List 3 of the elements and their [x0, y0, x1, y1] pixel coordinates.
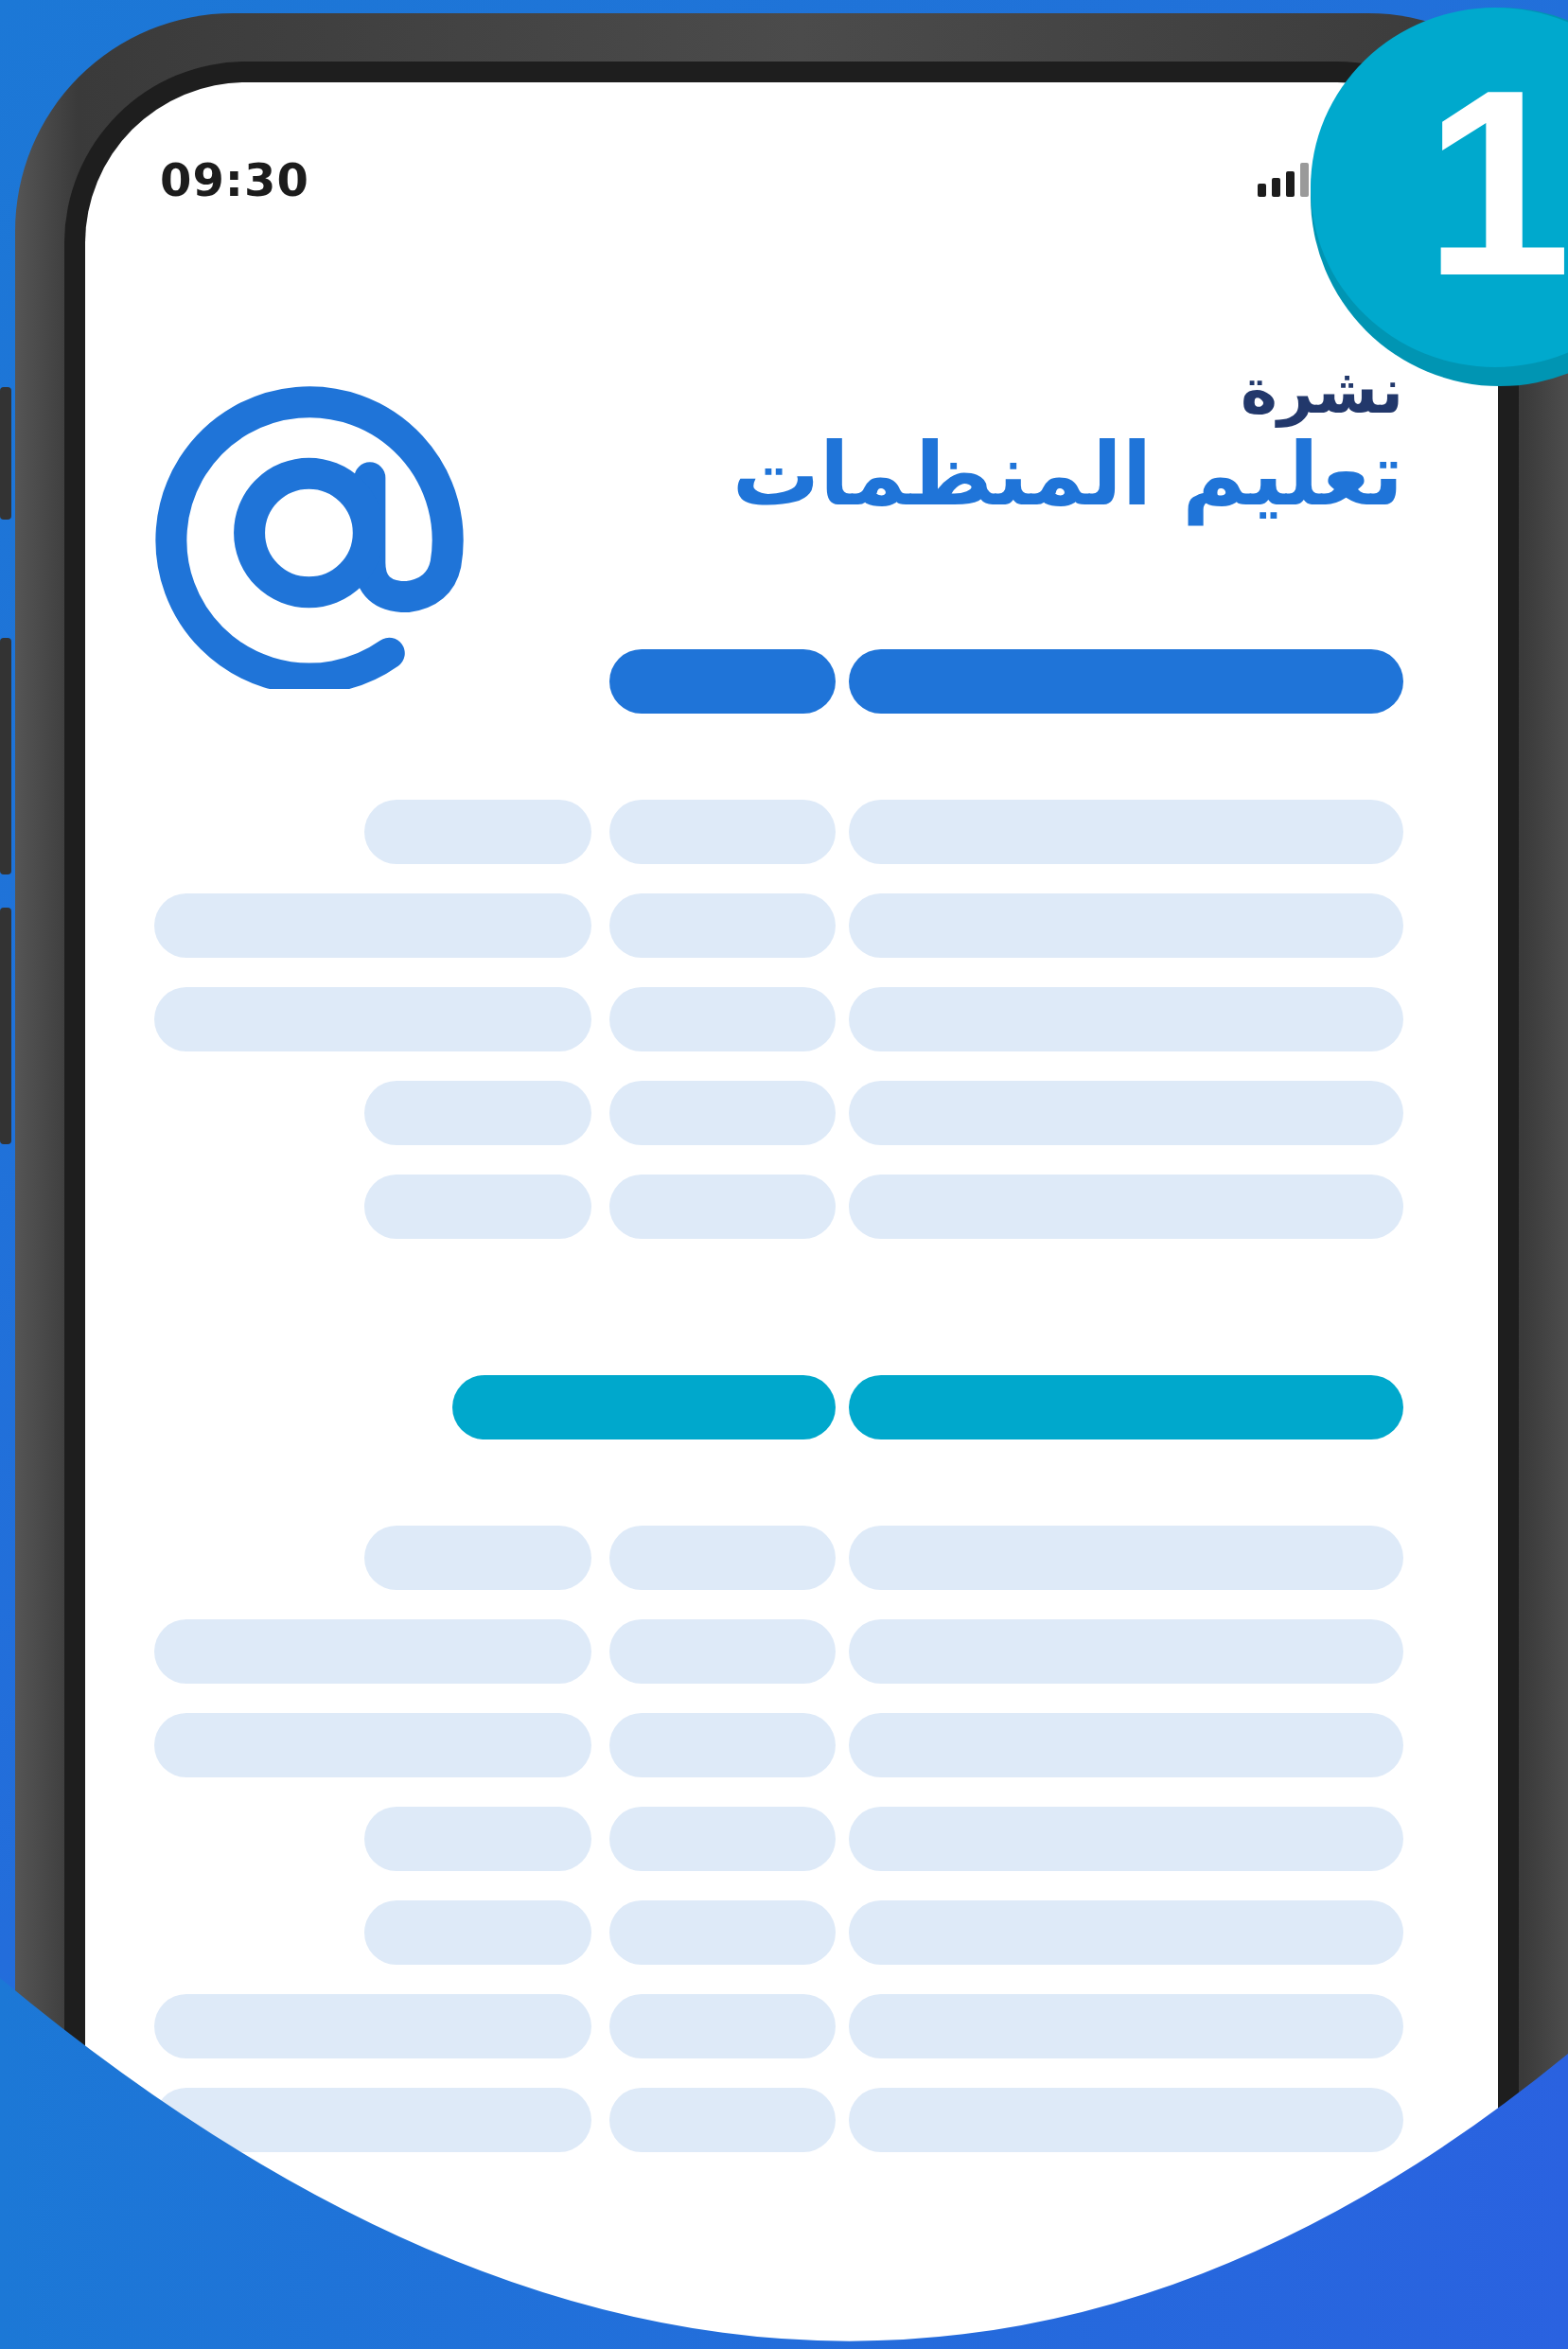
status-time: 09:30 [160, 153, 309, 206]
badge-number: 1 [1424, 50, 1568, 315]
signal-icon [1258, 163, 1311, 197]
